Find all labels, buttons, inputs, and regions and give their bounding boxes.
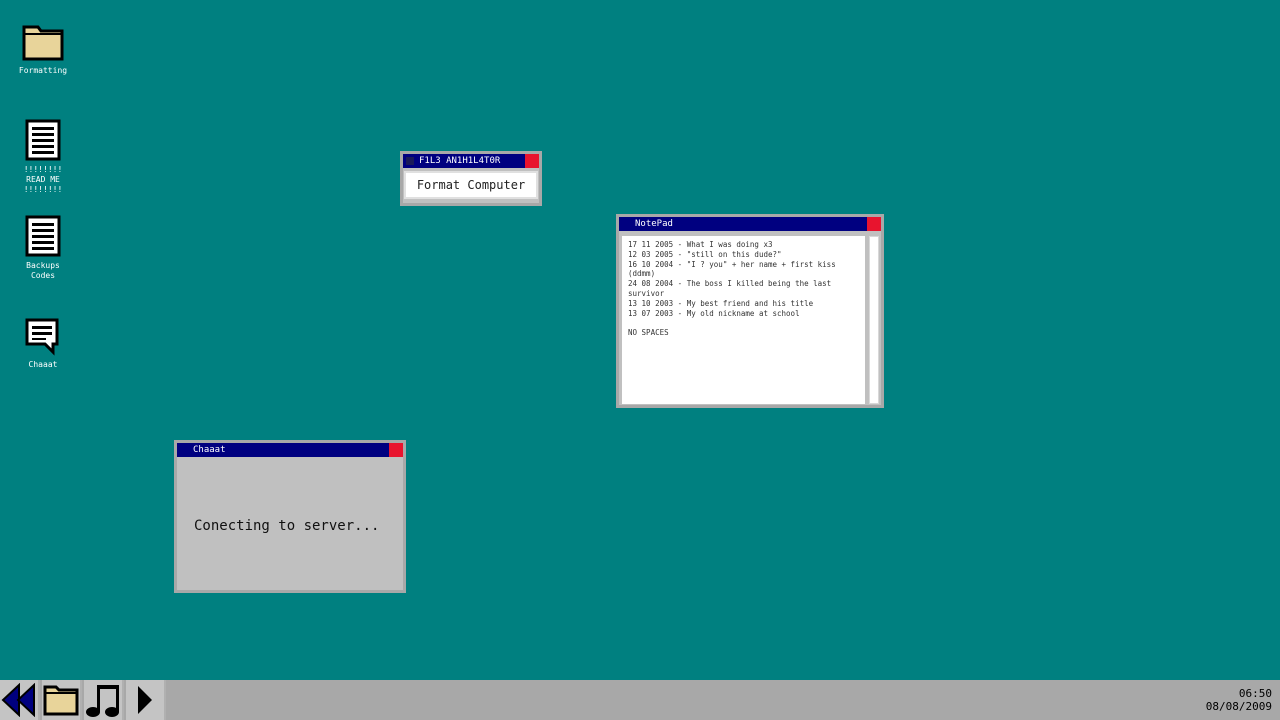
window-icon xyxy=(406,157,414,165)
format-computer-label: Format Computer xyxy=(416,178,526,192)
file-explorer-button[interactable] xyxy=(42,680,82,720)
notepad-line: 17 11 2005 - What I was doing x3 xyxy=(628,240,773,249)
notepad-line: 12 03 2005 - "still on this dude?" xyxy=(628,249,782,259)
notepad-text-area[interactable]: 17 11 2005 - What I was doing x3 12 03 2… xyxy=(622,236,865,404)
notepad-line: 13 10 2003 - My best friend and his titl… xyxy=(628,298,814,308)
chat-status: Conecting to server... xyxy=(194,518,380,534)
desktop-icon-label: Formatting xyxy=(18,66,68,75)
document-icon xyxy=(25,119,61,161)
document-icon xyxy=(25,215,61,257)
taskbar: 06:50 08/08/2009 xyxy=(0,680,1280,720)
chat-titlebar[interactable]: Chaaat xyxy=(177,443,403,457)
desktop-icon-label: Backups Codes xyxy=(26,261,60,280)
notepad-line: 16 10 2004 - "I ? you" + her name + firs… xyxy=(628,259,836,279)
format-computer-button[interactable]: Format Computer xyxy=(404,171,538,199)
clock-time: 06:50 xyxy=(1238,687,1272,700)
close-button[interactable] xyxy=(525,154,539,168)
notepad-line: 24 08 2004 - The boss I killed being the… xyxy=(628,279,832,298)
notepad-line xyxy=(628,318,859,328)
desktop-icon-label: Chaaat xyxy=(28,360,58,369)
desktop-icon-formatting[interactable]: Formatting xyxy=(0,24,86,76)
desktop-icon-backups-codes[interactable]: Backups Codes xyxy=(0,215,86,281)
next-button[interactable] xyxy=(126,680,166,720)
desktop-icon-read-me[interactable]: !!!!!!!! READ ME !!!!!!!! xyxy=(0,119,86,195)
annihilator-titlebar[interactable]: F1L3 AN1H1L4T0R xyxy=(403,154,539,168)
clock: 06:50 08/08/2009 xyxy=(1206,687,1272,713)
annihilator-title: F1L3 AN1H1L4T0R xyxy=(419,156,501,166)
folder-icon xyxy=(43,685,79,716)
desktop-icon-label: !!!!!!!! READ ME !!!!!!!! xyxy=(23,165,63,194)
annihilator-window: F1L3 AN1H1L4T0R Format Computer xyxy=(400,151,542,206)
music-note-icon xyxy=(86,685,119,717)
clock-date: 08/08/2009 xyxy=(1205,700,1272,713)
notepad-scrollbar[interactable] xyxy=(869,236,879,404)
notepad-window: NotePad 17 11 2005 - What I was doing x3… xyxy=(616,214,884,408)
rewind-icon xyxy=(1,683,35,717)
close-button[interactable] xyxy=(867,217,881,231)
chat-title: Chaaat xyxy=(193,445,226,455)
close-button[interactable] xyxy=(389,443,403,457)
folder-icon xyxy=(22,25,64,61)
play-icon xyxy=(138,686,152,714)
notepad-titlebar[interactable]: NotePad xyxy=(619,217,881,231)
desktop-icon-chaaat[interactable]: Chaaat xyxy=(0,316,86,370)
music-button[interactable] xyxy=(84,680,124,720)
notepad-line: 13 07 2003 - My old nickname at school xyxy=(628,308,800,318)
window-icon xyxy=(622,220,630,228)
notepad-line: NO SPACES xyxy=(628,328,669,338)
chat-icon xyxy=(25,318,59,356)
chat-window: Chaaat Conecting to server... xyxy=(174,440,406,593)
notepad-title: NotePad xyxy=(635,219,673,229)
back-button[interactable] xyxy=(0,680,40,720)
window-icon xyxy=(180,446,188,454)
